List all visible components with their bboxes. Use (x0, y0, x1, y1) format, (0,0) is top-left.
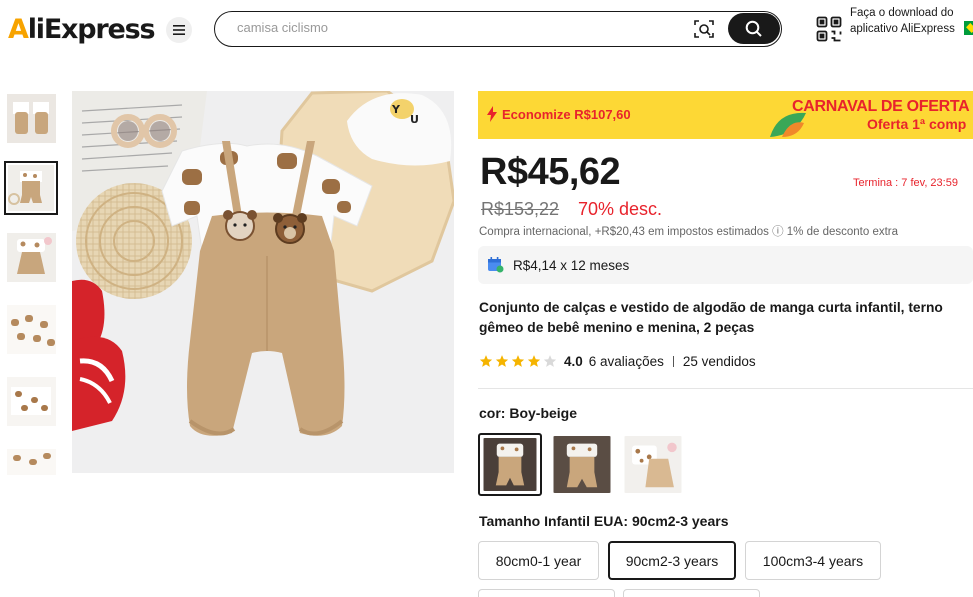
color-swatch-boy-beige[interactable] (478, 433, 542, 496)
discount-badge: 70% desc. (578, 199, 663, 219)
campaign-title: CARNAVAL DE OFERTA (792, 98, 970, 115)
swatch-image (624, 436, 682, 493)
star-empty-icon (543, 355, 557, 367)
image-search-button[interactable] (693, 18, 717, 40)
color-swatch-girl-white[interactable] (621, 433, 685, 496)
main-product-image[interactable]: Y U (72, 91, 454, 473)
search-icon (745, 20, 762, 37)
gallery-thumbnail-2[interactable] (4, 161, 58, 215)
size-label: Tamanho Infantil EUA: 90cm2-3 years (479, 513, 729, 529)
reviews-link[interactable]: 6 avaliações (589, 354, 664, 369)
search-input[interactable] (237, 20, 677, 35)
color-swatch-boy-beige-2[interactable] (550, 433, 614, 496)
star-filled-icon (527, 355, 541, 367)
sold-count: 25 vendidos (682, 353, 756, 369)
star-filled-icon (479, 355, 493, 367)
size-option-100cm[interactable]: 100cm3-4 years (745, 541, 881, 580)
gallery-thumbnail-6[interactable] (7, 449, 56, 475)
svg-text:U: U (410, 113, 419, 126)
svg-text:Y: Y (391, 103, 401, 116)
installments-row[interactable]: R$4,14 x 12 meses (478, 246, 973, 284)
product-title: Conjunto de calças e vestido de algodão … (479, 300, 943, 335)
star-filled-icon (511, 355, 525, 367)
size-option-90cm[interactable]: 90cm2-3 years (608, 541, 736, 580)
savings-text: Economize R$107,60 (502, 107, 631, 122)
size-option-80cm[interactable]: 80cm0-1 year (478, 541, 599, 580)
lightning-icon (487, 106, 497, 122)
logo-text: liExpress (27, 14, 156, 45)
gallery-thumbnail-3[interactable] (7, 233, 56, 282)
promo-banner[interactable]: Economize R$107,60 CARNAVAL DE OFERTA Of… (478, 91, 973, 139)
size-option-more-2[interactable] (623, 589, 760, 597)
installments-text: R$4,14 x 12 meses (513, 258, 630, 273)
camera-scan-icon (694, 20, 714, 38)
gallery-thumbnail-4[interactable] (7, 305, 56, 354)
star-filled-icon (495, 355, 509, 367)
campaign-subtitle: Oferta 1ª comp (867, 116, 967, 132)
size-option-more-1[interactable] (478, 589, 615, 597)
sale-end-time: Termina : 7 fev, 23:59 (853, 177, 958, 189)
product-thumbnail-image (7, 94, 56, 143)
search-button[interactable] (728, 13, 780, 44)
section-divider (478, 388, 973, 389)
hamburger-icon (173, 25, 185, 35)
aliexpress-logo[interactable]: AliExpress (8, 14, 156, 45)
product-thumbnail-image (7, 377, 56, 426)
international-tax-note: Compra internacional, +R$20,43 em impost… (479, 226, 899, 238)
rating-row[interactable]: 4.0 6 avaliações 25 vendidos (479, 352, 756, 370)
rating-score: 4.0 (564, 353, 583, 369)
product-thumbnail-image (7, 233, 56, 282)
product-thumbnail-image (7, 449, 56, 475)
original-price: R$153,22 (481, 199, 560, 219)
swatch-image (553, 436, 611, 493)
top-header: AliExpress Faça o download do aplicativo… (0, 0, 973, 58)
product-thumbnail-image (7, 305, 56, 354)
current-price: R$45,62 (480, 151, 621, 193)
app-download-text: Faça o download do aplicativo AliExpress (850, 7, 955, 35)
brazil-flag-icon[interactable] (964, 21, 973, 35)
product-photo: Y U (72, 91, 454, 473)
product-thumbnail-image (8, 165, 54, 211)
swatch-image (483, 438, 537, 491)
gallery-thumbnail-1[interactable] (7, 94, 56, 143)
menu-button[interactable] (166, 17, 192, 43)
gallery-thumbnail-5[interactable] (7, 377, 56, 426)
calendar-icon (488, 257, 504, 273)
rating-separator (672, 355, 674, 367)
app-download-link[interactable]: Faça o download do aplicativo AliExpress (816, 5, 966, 53)
search-bar (214, 11, 782, 47)
color-label: cor: Boy-beige (479, 405, 578, 421)
qr-code-icon (816, 16, 842, 42)
star-rating (479, 354, 557, 368)
